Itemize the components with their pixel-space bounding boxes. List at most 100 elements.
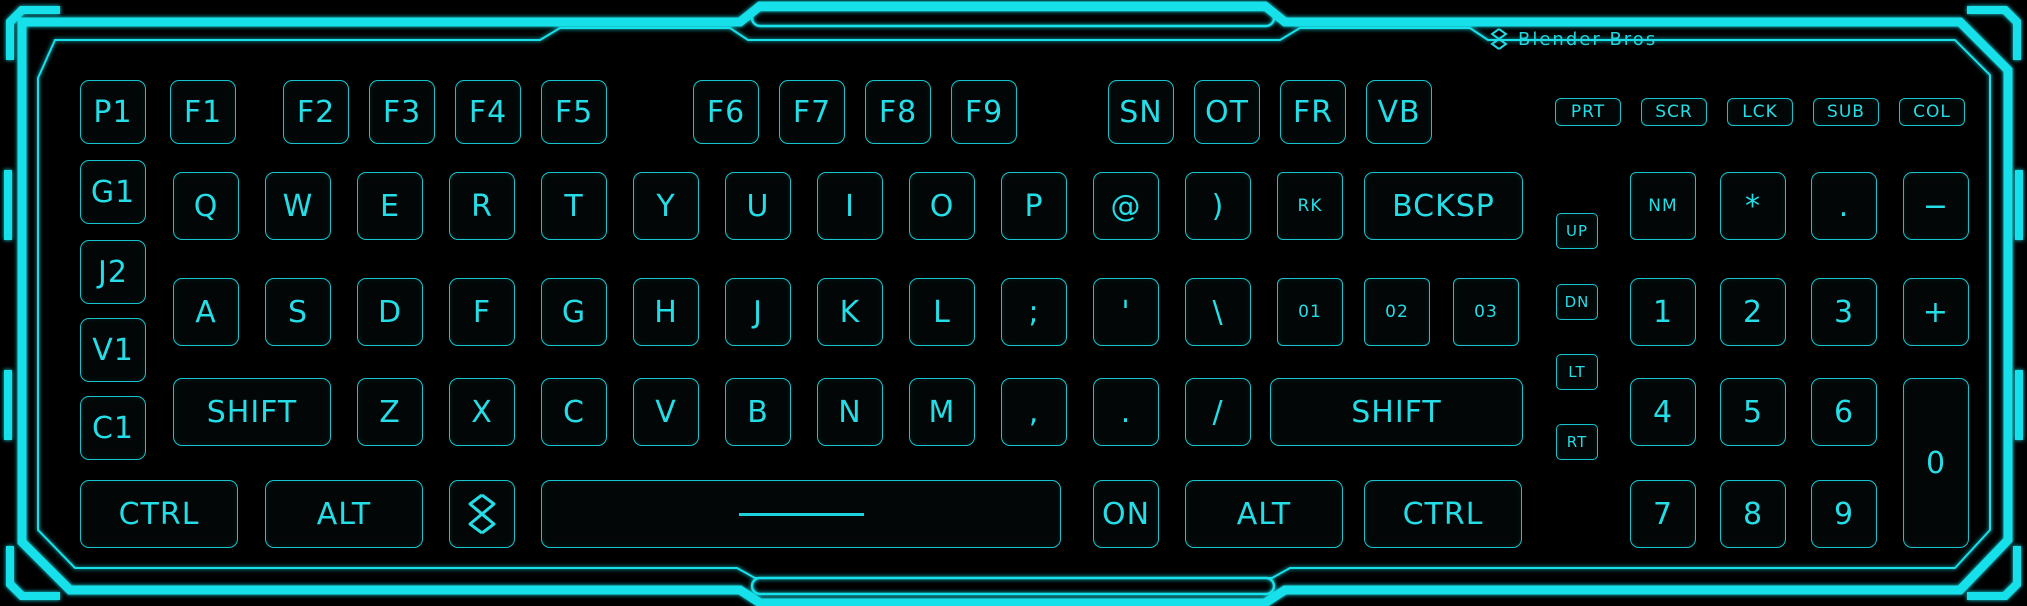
key-scr[interactable]: SCR (1641, 98, 1707, 126)
key-period[interactable]: . (1811, 172, 1877, 240)
key-vb[interactable]: VB (1366, 80, 1432, 144)
key-f8[interactable]: F8 (865, 80, 931, 144)
key-period[interactable]: . (1093, 378, 1159, 446)
key-label: 8 (1742, 496, 1764, 532)
key-f3[interactable]: F3 (369, 80, 435, 144)
key-ctrl[interactable]: CTRL (1364, 480, 1522, 548)
key-apostrophe[interactable]: ' (1093, 278, 1159, 346)
key-c1[interactable]: C1 (80, 396, 146, 460)
key-nm[interactable]: NM (1630, 172, 1696, 240)
key-f7[interactable]: F7 (779, 80, 845, 144)
key-d[interactable]: D (357, 278, 423, 346)
key-f5[interactable]: F5 (541, 80, 607, 144)
key-plus[interactable]: + (1903, 278, 1969, 346)
key-bcksp[interactable]: BCKSP (1364, 172, 1523, 240)
key-r[interactable]: R (449, 172, 515, 240)
key-k[interactable]: K (817, 278, 883, 346)
key-b[interactable]: B (725, 378, 791, 446)
key-y[interactable]: Y (633, 172, 699, 240)
key-label: SCR (1655, 102, 1693, 122)
key-paren[interactable]: ) (1185, 172, 1251, 240)
key-blender-bros-logo[interactable] (449, 480, 515, 548)
key-alt[interactable]: ALT (1185, 480, 1343, 548)
key-sn[interactable]: SN (1108, 80, 1174, 144)
key-l[interactable]: L (909, 278, 975, 346)
key-j[interactable]: J (725, 278, 791, 346)
key-w[interactable]: W (265, 172, 331, 240)
key-rt[interactable]: RT (1556, 424, 1598, 460)
key-lck[interactable]: LCK (1727, 98, 1793, 126)
key-label: F2 (296, 94, 336, 130)
key-p1[interactable]: P1 (80, 80, 146, 144)
key-z[interactable]: Z (357, 378, 423, 446)
key-f1[interactable]: F1 (170, 80, 236, 144)
key-03[interactable]: 03 (1453, 278, 1519, 346)
key-2[interactable]: 2 (1720, 278, 1786, 346)
blender-bros-logo-icon (468, 493, 496, 535)
key-spacebar[interactable] (541, 480, 1061, 548)
key-ot[interactable]: OT (1194, 80, 1260, 144)
key-col[interactable]: COL (1899, 98, 1965, 126)
key-6[interactable]: 6 (1811, 378, 1877, 446)
key-q[interactable]: Q (173, 172, 239, 240)
key-h[interactable]: H (633, 278, 699, 346)
key-label: F4 (468, 94, 508, 130)
key-on[interactable]: ON (1093, 480, 1159, 548)
key-t[interactable]: T (541, 172, 607, 240)
key-f2[interactable]: F2 (283, 80, 349, 144)
key-x[interactable]: X (449, 378, 515, 446)
key-shift[interactable]: SHIFT (1270, 378, 1523, 446)
key-ctrl[interactable]: CTRL (80, 480, 238, 548)
key-o[interactable]: O (909, 172, 975, 240)
key-v1[interactable]: V1 (80, 318, 146, 382)
key-fr[interactable]: FR (1280, 80, 1346, 144)
key-f[interactable]: F (449, 278, 515, 346)
key-shift[interactable]: SHIFT (173, 378, 331, 446)
key-dn[interactable]: DN (1556, 284, 1598, 320)
key-0[interactable]: 0 (1903, 378, 1969, 548)
key-f4[interactable]: F4 (455, 80, 521, 144)
key-8[interactable]: 8 (1720, 480, 1786, 548)
key-j2[interactable]: J2 (80, 240, 146, 304)
key-f9[interactable]: F9 (951, 80, 1017, 144)
key-rk[interactable]: RK (1277, 172, 1343, 240)
key-a[interactable]: A (173, 278, 239, 346)
key-v[interactable]: V (633, 378, 699, 446)
key-at[interactable]: @ (1093, 172, 1159, 240)
key-n[interactable]: N (817, 378, 883, 446)
key-7[interactable]: 7 (1630, 480, 1696, 548)
key-prt[interactable]: PRT (1555, 98, 1621, 126)
key-1[interactable]: 1 (1630, 278, 1696, 346)
key-semicolon[interactable]: ; (1001, 278, 1067, 346)
key-p[interactable]: P (1001, 172, 1067, 240)
key-5[interactable]: 5 (1720, 378, 1786, 446)
key-sub[interactable]: SUB (1813, 98, 1879, 126)
key-02[interactable]: 02 (1364, 278, 1430, 346)
key-g1[interactable]: G1 (80, 160, 146, 224)
key-s[interactable]: S (265, 278, 331, 346)
key-label: F8 (878, 94, 918, 130)
key-c[interactable]: C (541, 378, 607, 446)
key-label: RK (1297, 196, 1323, 216)
key-label: 02 (1385, 302, 1409, 322)
key-i[interactable]: I (817, 172, 883, 240)
key-01[interactable]: 01 (1277, 278, 1343, 346)
key-label: F9 (964, 94, 1004, 130)
key-9[interactable]: 9 (1811, 480, 1877, 548)
key-label: SUB (1827, 102, 1865, 122)
key-u[interactable]: U (725, 172, 791, 240)
key-f6[interactable]: F6 (693, 80, 759, 144)
key-asterisk[interactable]: * (1720, 172, 1786, 240)
key-lt[interactable]: LT (1556, 354, 1598, 390)
key-up[interactable]: UP (1556, 213, 1598, 249)
key-slash[interactable]: / (1185, 378, 1251, 446)
key-comma[interactable]: , (1001, 378, 1067, 446)
key-alt[interactable]: ALT (265, 480, 423, 548)
key-m[interactable]: M (909, 378, 975, 446)
key-e[interactable]: E (357, 172, 423, 240)
key-3[interactable]: 3 (1811, 278, 1877, 346)
key-g[interactable]: G (541, 278, 607, 346)
key-minus[interactable]: − (1903, 172, 1969, 240)
key-backslash[interactable]: \ (1185, 278, 1251, 346)
key-4[interactable]: 4 (1630, 378, 1696, 446)
